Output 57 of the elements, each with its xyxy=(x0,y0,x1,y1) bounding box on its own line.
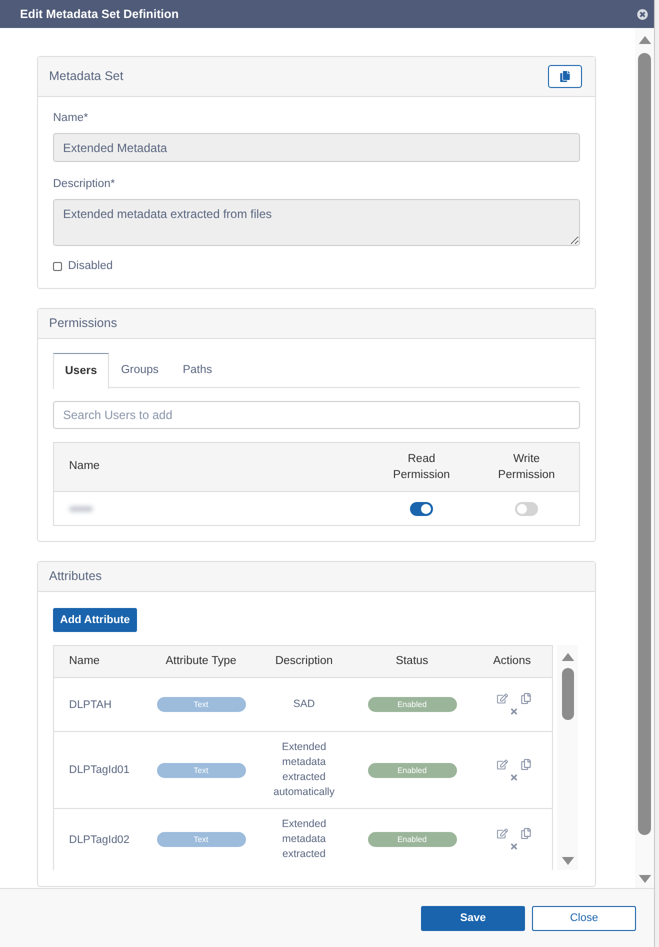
copy-icon[interactable] xyxy=(521,758,531,770)
panel-title: Permissions xyxy=(49,315,118,332)
field-label: Name* xyxy=(53,111,90,126)
table-cell-text: DLPTAH xyxy=(68,698,113,712)
delete-icon[interactable] xyxy=(510,772,518,782)
column-header: Write Permission xyxy=(497,452,556,483)
close-icon[interactable] xyxy=(637,8,648,20)
table-cell-text: DLPTagId02 xyxy=(68,832,131,848)
status-badge: Enabled xyxy=(368,832,456,848)
scroll-down-icon[interactable] xyxy=(638,875,652,883)
tab[interactable]: Users xyxy=(53,353,109,389)
column-header: Read Permission xyxy=(392,452,451,483)
field-label: Description* xyxy=(53,177,116,192)
window-title: Edit Metadata Set Definition xyxy=(20,6,179,23)
copy-icon[interactable] xyxy=(521,828,531,840)
blurred-name-drawing xyxy=(69,506,93,512)
status-badge: Enabled xyxy=(368,697,456,712)
scroll-up-icon[interactable] xyxy=(560,653,574,662)
panel-title: Attributes xyxy=(49,568,102,586)
scrollbar-thumb[interactable] xyxy=(562,668,574,720)
column-header: Description xyxy=(274,654,334,670)
scrollbar-thumb[interactable] xyxy=(638,53,651,835)
table-cell: SAD xyxy=(293,697,315,712)
name-input[interactable]: Extended Metadata xyxy=(53,133,580,162)
tab[interactable]: Paths xyxy=(170,353,224,389)
type-badge: Text xyxy=(156,762,246,778)
column-header: Actions xyxy=(492,654,532,670)
panel-title: Metadata Set xyxy=(49,68,124,86)
add-attribute-button[interactable]: Add Attribute xyxy=(53,608,137,632)
save-button[interactable]: Save xyxy=(421,906,525,931)
close-button[interactable]: Close xyxy=(532,906,636,931)
delete-icon[interactable] xyxy=(510,842,518,852)
search-field[interactable]: Search Users to add xyxy=(53,401,580,429)
edit-icon[interactable] xyxy=(497,758,508,770)
status-badge: Enabled xyxy=(368,762,456,778)
table-cell-text: Extended metadata extracted xyxy=(280,817,328,862)
tab[interactable]: Groups xyxy=(108,353,171,389)
description-textarea[interactable]: Extended metadata extracted from files xyxy=(53,199,580,246)
delete-icon[interactable] xyxy=(510,707,518,716)
permission-toggle[interactable] xyxy=(515,502,538,516)
permission-toggle[interactable] xyxy=(410,502,433,516)
edit-icon[interactable] xyxy=(497,828,508,840)
table-cell-text: DLPTagId01 xyxy=(68,763,131,778)
table-cell-text: Extended metadata extracted automatically xyxy=(272,740,336,800)
column-header: Name xyxy=(68,654,101,670)
scroll-up-icon[interactable] xyxy=(638,36,652,44)
copy-icon[interactable] xyxy=(521,693,531,704)
checkbox-label: Disabled xyxy=(68,259,113,274)
type-badge: Text xyxy=(156,832,246,848)
copy-button[interactable] xyxy=(548,65,582,88)
column-header: Attribute Type xyxy=(164,654,238,670)
scroll-down-icon[interactable] xyxy=(560,857,574,866)
edit-icon[interactable] xyxy=(497,693,508,704)
type-badge: Text xyxy=(156,697,246,712)
column-header: Name xyxy=(68,459,101,474)
column-header: Status xyxy=(394,654,430,670)
copy-icon xyxy=(560,71,570,82)
